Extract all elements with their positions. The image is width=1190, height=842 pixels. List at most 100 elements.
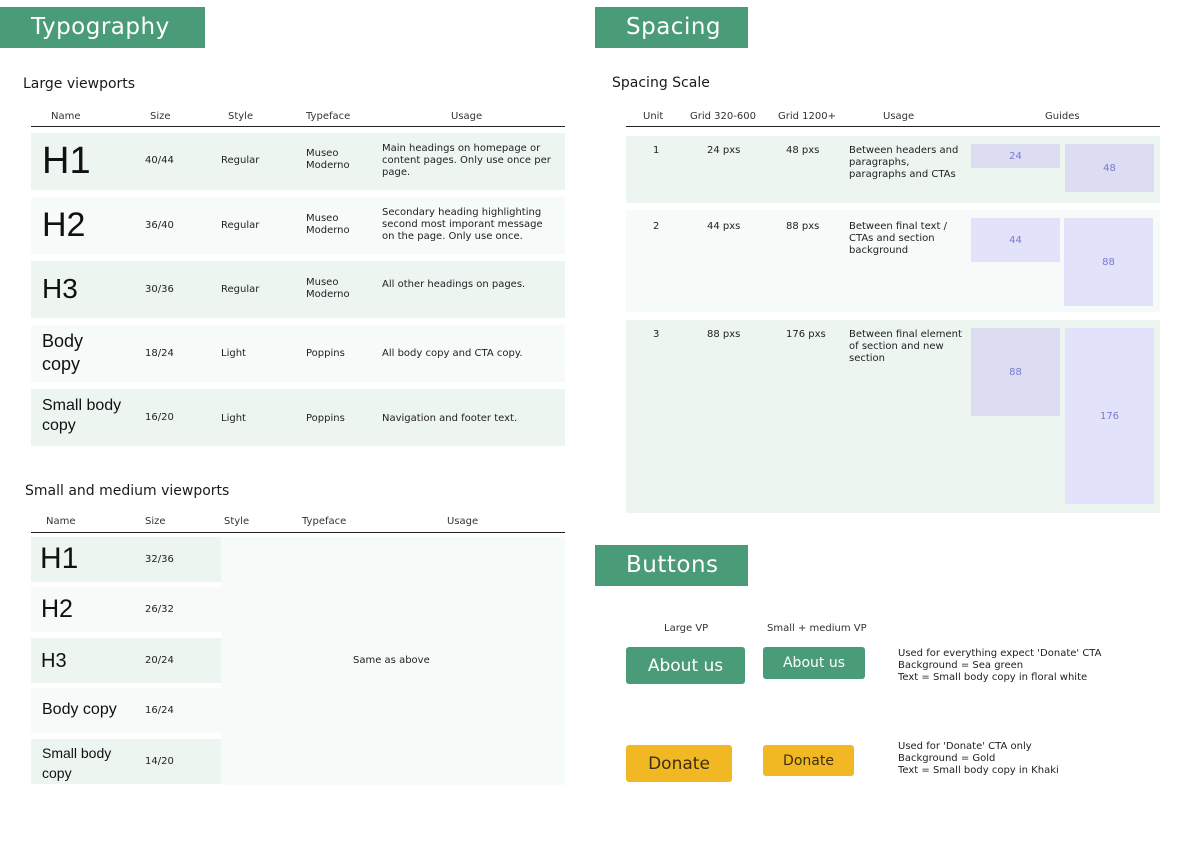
- type-usage: All other headings on pages.: [382, 279, 526, 290]
- col-usage: Usage: [883, 111, 915, 122]
- type-typeface: Museo Moderno: [306, 213, 350, 236]
- spacing-title: Spacing: [626, 14, 722, 40]
- col-typeface: Typeface: [302, 516, 347, 527]
- type-name-small-body: Small body copy: [42, 397, 122, 434]
- spacing-scale-subtitle: Spacing Scale: [612, 75, 710, 91]
- donate-button-small[interactable]: Donate: [763, 745, 854, 776]
- small-viewports-subtitle: Small and medium viewports: [25, 483, 230, 499]
- col-typeface: Typeface: [306, 111, 351, 122]
- guide-large: 48: [1065, 144, 1154, 192]
- type-usage: Main headings on homepage or content pag…: [382, 143, 551, 178]
- spacing-grid-large: 88 pxs: [786, 221, 820, 232]
- type-name-h1: H1: [40, 542, 79, 575]
- about-us-button-small[interactable]: About us: [763, 647, 865, 679]
- spacing-grid-small: 24 pxs: [707, 145, 741, 156]
- buttons-col-large: Large VP: [664, 623, 709, 634]
- type-name-body: Body copy: [42, 701, 117, 718]
- note-line: Background = Gold: [898, 753, 996, 764]
- buttons-col-small: Small + medium VP: [767, 623, 867, 634]
- col-name: Name: [51, 111, 81, 122]
- col-size: Size: [145, 516, 166, 527]
- type-size: 14/20: [145, 756, 174, 767]
- type-name-h2: H2: [41, 595, 73, 623]
- spacing-banner: Spacing: [595, 7, 748, 48]
- note-line: Text = Small body copy in Khaki: [898, 765, 1059, 776]
- table-row: H1 40/44 Regular Museo Moderno Main head…: [31, 133, 565, 190]
- spacing-grid-large: 176 pxs: [786, 329, 826, 340]
- about-us-button-large[interactable]: About us: [626, 647, 745, 684]
- table-row: H3 30/36 Regular Museo Moderno All other…: [31, 261, 565, 318]
- type-typeface: Poppins: [306, 413, 345, 424]
- guide-small: 88: [971, 328, 1060, 416]
- same-as-above-panel: Same as above: [221, 537, 565, 785]
- small-table-rule: [31, 532, 565, 533]
- typography-banner: Typography: [0, 7, 205, 48]
- type-size: 18/24: [145, 348, 174, 359]
- type-name-small-body: Small body copy: [42, 745, 112, 781]
- type-style: Regular: [221, 220, 260, 231]
- table-row: 1 24 pxs 48 pxs Between headers and para…: [626, 136, 1160, 203]
- type-size: 16/20: [145, 412, 174, 423]
- type-usage: Navigation and footer text.: [382, 413, 518, 424]
- type-size: 30/36: [145, 284, 174, 295]
- spacing-usage: Between final element of section and new…: [849, 329, 962, 364]
- type-typeface: Poppins: [306, 348, 345, 359]
- guide-small: 44: [971, 218, 1060, 262]
- col-usage: Usage: [447, 516, 479, 527]
- table-row: Small body copy 14/20: [31, 739, 221, 784]
- spacing-grid-small: 44 pxs: [707, 221, 741, 232]
- type-size: 26/32: [145, 604, 174, 615]
- note-line: Text = Small body copy in floral white: [898, 672, 1088, 683]
- note-line: Background = Sea green: [898, 660, 1024, 671]
- spacing-usage: Between headers and paragraphs, paragrap…: [849, 145, 959, 180]
- typography-title: Typography: [31, 14, 170, 40]
- type-name-body: Body copy: [42, 331, 84, 374]
- spacing-unit: 3: [653, 329, 660, 340]
- spacing-unit: 1: [653, 145, 660, 156]
- donate-button-large[interactable]: Donate: [626, 745, 732, 782]
- spacing-table-rule: [626, 126, 1160, 127]
- guide-large: 176: [1065, 328, 1154, 504]
- col-usage: Usage: [451, 111, 483, 122]
- note-line: Used for 'Donate' CTA only: [898, 741, 1032, 752]
- table-row: H1 32/36: [31, 537, 221, 582]
- type-size: 16/24: [145, 705, 174, 716]
- col-style: Style: [228, 111, 254, 122]
- table-row: Small body copy 16/20 Light Poppins Navi…: [31, 389, 565, 446]
- col-grid-large: Grid 1200+: [778, 111, 836, 122]
- col-grid-small: Grid 320-600: [690, 111, 756, 122]
- table-row: 2 44 pxs 88 pxs Between final text / CTA…: [626, 210, 1160, 312]
- spacing-grid-small: 88 pxs: [707, 329, 741, 340]
- large-viewports-subtitle: Large viewports: [23, 76, 136, 92]
- type-usage: All body copy and CTA copy.: [382, 348, 523, 359]
- buttons-title: Buttons: [626, 552, 719, 578]
- col-size: Size: [150, 111, 171, 122]
- type-name-h3: H3: [42, 273, 78, 304]
- col-guides: Guides: [1045, 111, 1080, 122]
- table-row: 3 88 pxs 176 pxs Between final element o…: [626, 320, 1160, 513]
- same-as-above-text: Same as above: [353, 655, 430, 666]
- table-row: H3 20/24: [31, 638, 221, 683]
- type-name-h3: H3: [41, 650, 67, 672]
- type-style: Light: [221, 413, 246, 424]
- type-size: 32/36: [145, 554, 174, 565]
- type-usage: Secondary heading highlighting second mo…: [382, 207, 543, 242]
- buttons-banner: Buttons: [595, 545, 748, 586]
- spacing-grid-large: 48 pxs: [786, 145, 820, 156]
- table-row: Body copy 18/24 Light Poppins All body c…: [31, 325, 565, 382]
- type-typeface: Museo Moderno: [306, 148, 350, 171]
- type-name-h2: H2: [42, 206, 86, 244]
- table-row: Body copy 16/24: [31, 688, 221, 733]
- type-style: Light: [221, 348, 246, 359]
- spacing-unit: 2: [653, 221, 660, 232]
- spacing-usage: Between final text / CTAs and section ba…: [849, 221, 947, 256]
- type-size: 36/40: [145, 220, 174, 231]
- col-name: Name: [46, 516, 76, 527]
- table-row: H2 36/40 Regular Museo Moderno Secondary…: [31, 197, 565, 254]
- table-row: H2 26/32: [31, 587, 221, 632]
- guide-large: 88: [1064, 218, 1153, 306]
- type-style: Regular: [221, 155, 260, 166]
- type-size: 20/24: [145, 655, 174, 666]
- col-unit: Unit: [643, 111, 664, 122]
- note-line: Used for everything expect 'Donate' CTA: [898, 648, 1102, 659]
